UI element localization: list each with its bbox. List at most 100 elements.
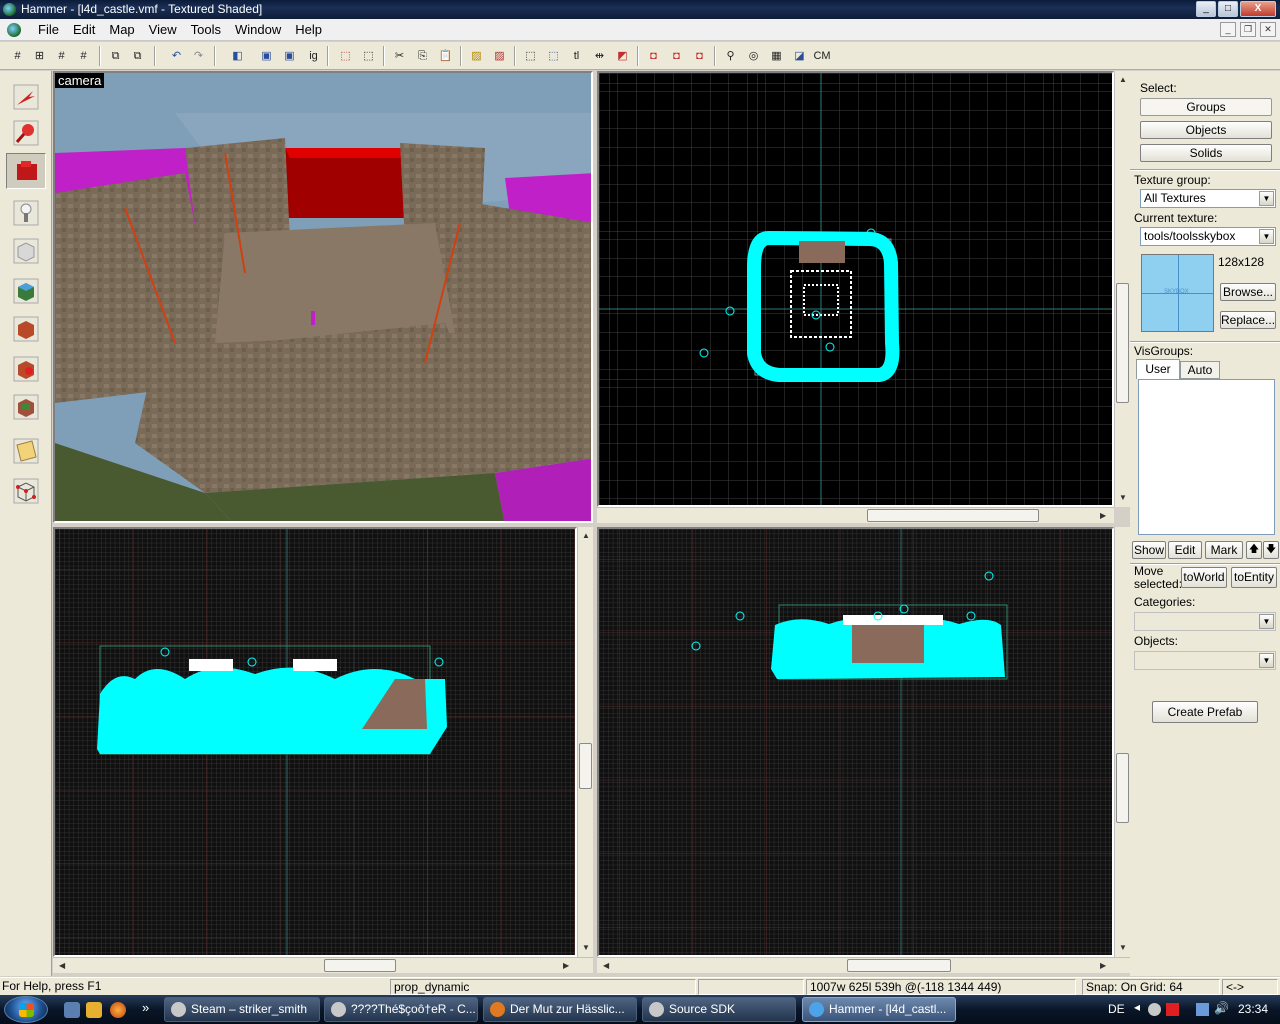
scroll-down-arrow-icon[interactable]: ▼: [1119, 943, 1127, 952]
carve-icon[interactable]: ⧉: [106, 46, 125, 66]
scroll-right-arrow-icon[interactable]: ▶: [563, 961, 569, 970]
chevron-down-icon[interactable]: ▼: [1259, 653, 1274, 668]
top-2d-viewport[interactable]: [597, 71, 1114, 507]
sphere-icon[interactable]: ◎: [744, 46, 763, 66]
chevron-down-icon[interactable]: ▼: [1259, 614, 1274, 629]
to-world-button[interactable]: toWorld: [1181, 567, 1227, 588]
scroll-right-arrow-icon[interactable]: ▶: [1100, 511, 1106, 520]
firefox-icon[interactable]: [110, 1002, 126, 1018]
volume-icon[interactable]: 🔊: [1214, 1001, 1229, 1015]
overlay-tool[interactable]: [6, 389, 46, 425]
group-icon[interactable]: ⧉: [128, 46, 147, 66]
vertex-tool[interactable]: [6, 473, 46, 509]
chevron-down-icon[interactable]: ▼: [1259, 191, 1274, 206]
entity-report-icon[interactable]: ⚲: [721, 46, 740, 66]
steam-tray-icon[interactable]: [1148, 1003, 1161, 1016]
front-viewport-hscroll[interactable]: ◀ ▶: [53, 957, 593, 973]
task-chat[interactable]: ????Thé$çoô†eR - C...: [324, 997, 478, 1022]
decal-tool[interactable]: [6, 351, 46, 387]
visgroup-mark-button[interactable]: Mark: [1205, 541, 1243, 559]
camera-viewport-label[interactable]: camera: [55, 73, 105, 88]
current-texture-select[interactable]: tools/toolsskybox ▼: [1140, 227, 1276, 246]
hatch-red-icon[interactable]: ▨: [490, 46, 509, 66]
task-firefox[interactable]: Der Mut zur Hässlic...: [483, 997, 637, 1022]
scroll-thumb[interactable]: [1116, 753, 1129, 823]
side-viewport-hscroll[interactable]: ◀ ▶: [597, 957, 1130, 973]
document-icon[interactable]: [7, 23, 21, 37]
mdi-minimize-button[interactable]: _: [1220, 22, 1236, 37]
entity-tool[interactable]: [6, 195, 46, 231]
scroll-left-arrow-icon[interactable]: ◀: [59, 961, 65, 970]
cut-icon[interactable]: ✂: [390, 46, 409, 66]
task-steam[interactable]: Steam – striker_smith: [164, 997, 320, 1022]
close-button[interactable]: X: [1240, 1, 1276, 17]
select-box-icon[interactable]: ⬚: [521, 46, 540, 66]
texture-group-select[interactable]: All Textures ▼: [1140, 189, 1276, 208]
visgroups-tab-auto[interactable]: Auto: [1180, 361, 1220, 379]
copy-icon[interactable]: ⎘: [413, 46, 432, 66]
menu-file[interactable]: File: [31, 22, 66, 37]
scroll-thumb[interactable]: [867, 509, 1039, 522]
visgroup-show-button[interactable]: Show: [1132, 541, 1166, 559]
transform-button[interactable]: tl: [567, 46, 586, 66]
wireframe-icon[interactable]: ▦: [767, 46, 786, 66]
camera-viewport[interactable]: camera: [53, 71, 593, 523]
scroll-up-arrow-icon[interactable]: ▲: [582, 531, 590, 540]
mdi-restore-button[interactable]: ❐: [1240, 22, 1256, 37]
chevron-down-icon[interactable]: ▼: [1259, 229, 1274, 244]
ignore-groups-button[interactable]: ig: [304, 46, 323, 66]
quicklaunch-more-icon[interactable]: »: [142, 1000, 149, 1015]
side-viewport-vscroll[interactable]: ▼: [1114, 527, 1130, 957]
network-tray-icon[interactable]: [1196, 1003, 1209, 1016]
scroll-left-arrow-icon[interactable]: ◀: [603, 961, 609, 970]
cordon-icon[interactable]: ◪: [790, 46, 809, 66]
menu-edit[interactable]: Edit: [66, 22, 102, 37]
objects-select[interactable]: ▼: [1134, 651, 1276, 670]
language-indicator[interactable]: DE: [1108, 1002, 1125, 1016]
security-tray-icon[interactable]: [1166, 1003, 1179, 1016]
hatch-icon[interactable]: ▨: [467, 46, 486, 66]
menu-map[interactable]: Map: [102, 22, 141, 37]
undo-icon[interactable]: ↶: [167, 46, 186, 66]
cubemap-button[interactable]: CM: [811, 46, 833, 66]
scroll-up-arrow-icon[interactable]: ▲: [1119, 75, 1127, 84]
menu-window[interactable]: Window: [228, 22, 288, 37]
visgroups-list[interactable]: [1138, 379, 1275, 535]
tray-expand-icon[interactable]: ◂: [1134, 1000, 1140, 1014]
visgroups-tab-user[interactable]: User: [1136, 359, 1180, 379]
select-objects-button[interactable]: Objects: [1140, 121, 1272, 139]
paste-icon[interactable]: 📋: [436, 46, 455, 66]
select-handles-icon[interactable]: ⬚: [544, 46, 563, 66]
block-tool[interactable]: [6, 233, 46, 269]
move-up-arrow-icon[interactable]: 🡅: [1246, 541, 1262, 559]
create-prefab-button[interactable]: Create Prefab: [1152, 701, 1258, 723]
side-2d-viewport[interactable]: [597, 527, 1114, 957]
move-down-arrow-icon[interactable]: 🡇: [1263, 541, 1279, 559]
to-entity-button[interactable]: toEntity: [1231, 567, 1277, 588]
apply-texture-tool[interactable]: [6, 311, 46, 347]
scroll-down-arrow-icon[interactable]: ▼: [1119, 493, 1127, 502]
compile-icon[interactable]: ◘: [644, 46, 663, 66]
hide-icon[interactable]: ◧: [228, 46, 247, 66]
show-desktop-icon[interactable]: [64, 1002, 80, 1018]
grid-larger-icon[interactable]: #: [74, 46, 93, 66]
top-viewport-hscroll[interactable]: ▶: [597, 507, 1114, 523]
maximize-button[interactable]: □: [1218, 1, 1238, 17]
scroll-thumb[interactable]: [847, 959, 951, 972]
quick-show-icon[interactable]: ▣: [280, 46, 299, 66]
redo-icon[interactable]: ↷: [189, 46, 208, 66]
menu-tools[interactable]: Tools: [184, 22, 228, 37]
grid-smaller-icon[interactable]: #: [52, 46, 71, 66]
run-map-icon[interactable]: ◘: [667, 46, 686, 66]
explorer-icon[interactable]: [86, 1002, 102, 1018]
replace-button[interactable]: Replace...: [1220, 311, 1276, 329]
grid-toggle-icon[interactable]: #: [8, 46, 27, 66]
scroll-thumb[interactable]: [579, 743, 592, 789]
texture-application-tool[interactable]: [6, 273, 46, 309]
camera-tool[interactable]: [6, 153, 46, 189]
start-button[interactable]: [4, 996, 48, 1023]
select-groups-button[interactable]: Groups: [1140, 98, 1272, 116]
browse-button[interactable]: Browse...: [1220, 283, 1276, 301]
menu-view[interactable]: View: [142, 22, 184, 37]
scroll-down-arrow-icon[interactable]: ▼: [582, 943, 590, 952]
